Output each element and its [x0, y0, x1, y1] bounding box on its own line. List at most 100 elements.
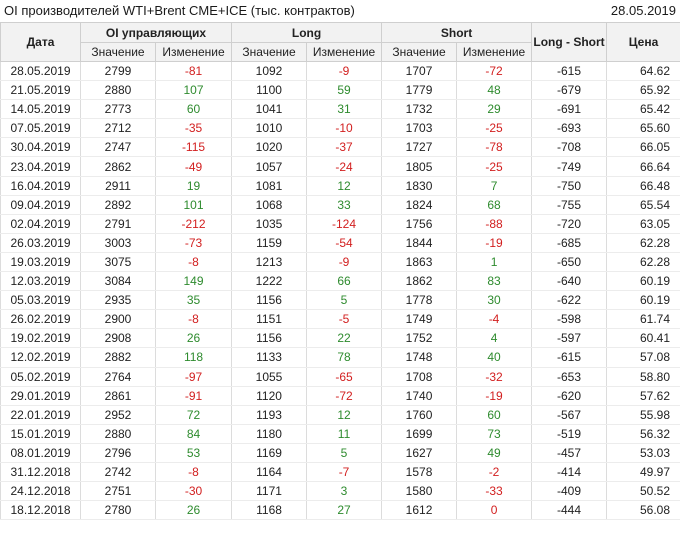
cell-short-value: 1778	[381, 290, 458, 311]
cell-oi-change: -115	[154, 137, 233, 158]
cell-long-short: -598	[531, 309, 608, 330]
cell-date: 09.04.2019	[0, 195, 81, 215]
table-row: 22.01.2019 2952 72 1193 12 1760 60 -567 55.98	[0, 405, 680, 425]
cell-short-value: 1748	[381, 347, 458, 368]
cell-short-change: 68	[456, 195, 533, 215]
cell-date: 12.02.2019	[0, 347, 81, 368]
cell-long-change: -72	[306, 385, 383, 406]
cell-date: 31.12.2018	[0, 462, 81, 483]
cell-oi-value: 2751	[80, 481, 156, 502]
table-row: 12.03.2019 3084 149 1222 66 1862 83 -640 60.19	[0, 271, 680, 292]
cell-long-value: 1100	[231, 80, 308, 101]
cell-price: 57.08	[606, 347, 680, 368]
table-row: 14.05.2019 2773 60 1041 31 1732 29 -691 65.42	[0, 99, 680, 120]
cell-oi-value: 2952	[80, 405, 156, 425]
cell-long-value: 1010	[231, 118, 308, 139]
cell-short-value: 1760	[381, 405, 458, 425]
cell-long-change: 33	[306, 195, 383, 215]
cell-short-value: 1707	[381, 61, 458, 82]
cell-short-change: -19	[456, 385, 533, 406]
cell-oi-value: 3084	[80, 271, 156, 292]
cell-long-short: -622	[531, 290, 608, 311]
col-short: Short	[381, 22, 533, 43]
cell-short-change: -72	[456, 61, 533, 82]
cell-short-change: 4	[456, 328, 533, 349]
cell-short-value: 1727	[381, 137, 458, 158]
cell-short-change: 48	[456, 80, 533, 101]
cell-oi-value: 2799	[80, 61, 156, 82]
cell-short-change: 29	[456, 99, 533, 120]
cell-price: 66.48	[606, 176, 680, 196]
cell-long-short: -615	[531, 347, 608, 368]
cell-long-value: 1222	[231, 271, 308, 292]
table-row: 21.05.2019 2880 107 1100 59 1779 48 -679 65.92	[0, 80, 680, 101]
cell-oi-value: 2892	[80, 195, 156, 215]
cell-oi-value: 2882	[80, 347, 156, 368]
cell-long-value: 1180	[231, 424, 308, 444]
cell-date: 05.03.2019	[0, 290, 81, 311]
cell-long-change: 22	[306, 328, 383, 349]
col-oi-change: Изменение	[154, 42, 233, 62]
cell-oi-value: 2791	[80, 214, 156, 234]
cell-long-change: -7	[306, 462, 383, 483]
table-row: 31.12.2018 2742 -8 1164 -7 1578 -2 -414 49.97	[0, 462, 680, 483]
table-row: 12.02.2019 2882 118 1133 78 1748 40 -615 57.08	[0, 347, 680, 368]
cell-long-short: -749	[531, 156, 608, 177]
table-row: 23.04.2019 2862 -49 1057 -24 1805 -25 -749 66.64	[0, 156, 680, 177]
cell-oi-value: 2712	[80, 118, 156, 139]
cell-short-value: 1830	[381, 176, 458, 196]
cell-long-value: 1213	[231, 252, 308, 273]
cell-long-value: 1092	[231, 61, 308, 82]
cell-long-change: -65	[306, 367, 383, 387]
cell-date: 28.05.2019	[0, 61, 81, 82]
cell-date: 14.05.2019	[0, 99, 81, 120]
cell-date: 05.02.2019	[0, 367, 81, 387]
oi-table: Дата OI управляющих Long Short Long - Sh…	[0, 22, 680, 521]
cell-short-value: 1749	[381, 309, 458, 330]
cell-oi-change: 26	[154, 328, 233, 349]
cell-long-value: 1068	[231, 195, 308, 215]
cell-long-value: 1193	[231, 405, 308, 425]
cell-long-short: -615	[531, 61, 608, 82]
cell-date: 02.04.2019	[0, 214, 81, 234]
cell-price: 57.62	[606, 385, 680, 406]
cell-oi-value: 2747	[80, 137, 156, 158]
cell-short-change: 60	[456, 405, 533, 425]
cell-long-short: -457	[531, 443, 608, 463]
cell-short-change: -88	[456, 214, 533, 234]
cell-long-short: -409	[531, 481, 608, 502]
cell-date: 21.05.2019	[0, 80, 81, 101]
col-long-change: Изменение	[306, 42, 383, 62]
cell-short-change: 83	[456, 271, 533, 292]
col-short-change: Изменение	[456, 42, 533, 62]
cell-oi-change: 60	[154, 99, 233, 120]
table-row: 26.03.2019 3003 -73 1159 -54 1844 -19 -685 62.28	[0, 233, 680, 253]
cell-long-change: 66	[306, 271, 383, 292]
cell-long-short: -708	[531, 137, 608, 158]
cell-short-change: 7	[456, 176, 533, 196]
col-oi-managing: OI управляющих	[79, 22, 233, 43]
cell-long-short: -519	[531, 424, 608, 444]
cell-short-change: -2	[456, 462, 533, 483]
cell-short-change: -4	[456, 309, 533, 330]
title-bar: OI производителей WTI+Brent CME+ICE (тыс…	[0, 0, 680, 22]
cell-date: 18.12.2018	[0, 500, 81, 521]
cell-price: 50.52	[606, 481, 680, 502]
cell-date: 12.03.2019	[0, 271, 81, 292]
cell-short-value: 1627	[381, 443, 458, 463]
cell-oi-change: -81	[154, 61, 233, 82]
cell-long-value: 1164	[231, 462, 308, 483]
cell-price: 62.28	[606, 233, 680, 253]
table-row: 15.01.2019 2880 84 1180 11 1699 73 -519 56.32	[0, 424, 680, 444]
cell-date: 15.01.2019	[0, 424, 81, 444]
cell-oi-value: 2900	[80, 309, 156, 330]
cell-oi-change: 53	[154, 443, 233, 463]
cell-long-change: 12	[306, 405, 383, 425]
cell-long-value: 1156	[231, 328, 308, 349]
cell-oi-change: -73	[154, 233, 233, 253]
cell-price: 65.60	[606, 118, 680, 139]
cell-short-change: -33	[456, 481, 533, 502]
cell-oi-change: 149	[154, 271, 233, 292]
table-row: 24.12.2018 2751 -30 1171 3 1580 -33 -409 50.52	[0, 481, 680, 502]
cell-long-short: -691	[531, 99, 608, 120]
